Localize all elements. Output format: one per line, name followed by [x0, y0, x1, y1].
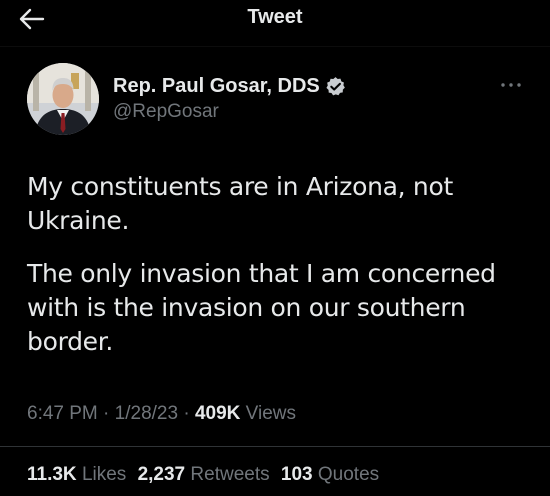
verified-badge-icon: [325, 76, 346, 97]
tweet-date[interactable]: 1/28/23: [115, 403, 178, 424]
retweets-stat[interactable]: 2,237 Retweets: [138, 464, 270, 485]
top-bar: Tweet: [0, 0, 550, 46]
retweets-label: Retweets: [190, 464, 270, 485]
tweet-paragraph: The only invasion that I am concerned wi…: [27, 259, 496, 356]
tweet-paragraph: My constituents are in Arizona, not Ukra…: [27, 172, 453, 235]
header-divider: [0, 46, 550, 47]
likes-stat[interactable]: 11.3K Likes: [27, 464, 126, 485]
views-count: 409K: [194, 403, 241, 424]
author-handle[interactable]: @RepGosar: [113, 101, 219, 123]
page-title: Tweet: [247, 6, 303, 28]
tweet-meta: 6:47 PM · 1/28/23 · 409K Views: [27, 403, 296, 425]
profile-photo: [27, 63, 99, 135]
likes-count: 11.3K: [27, 464, 77, 485]
author-name-row: Rep. Paul Gosar, DDS: [113, 73, 346, 99]
quotes-stat[interactable]: 103 Quotes: [281, 464, 379, 485]
meta-separator: ·: [103, 403, 110, 424]
stats-divider: [0, 446, 550, 447]
more-horizontal-icon: [501, 83, 521, 87]
more-button[interactable]: [498, 74, 524, 96]
quotes-count: 103: [280, 464, 313, 485]
tweet-time[interactable]: 6:47 PM: [27, 403, 98, 424]
tweet-text: My constituents are in Arizona, not Ukra…: [27, 170, 532, 378]
author-name[interactable]: Rep. Paul Gosar, DDS: [113, 75, 320, 98]
likes-label: Likes: [81, 464, 127, 485]
retweets-count: 2,237: [137, 464, 186, 485]
views-label: Views: [245, 403, 296, 424]
avatar[interactable]: [27, 63, 99, 135]
engagement-stats: 11.3K Likes 2,237 Retweets 103 Quotes: [27, 464, 385, 486]
quotes-label: Quotes: [317, 464, 380, 485]
meta-separator: ·: [183, 403, 190, 424]
